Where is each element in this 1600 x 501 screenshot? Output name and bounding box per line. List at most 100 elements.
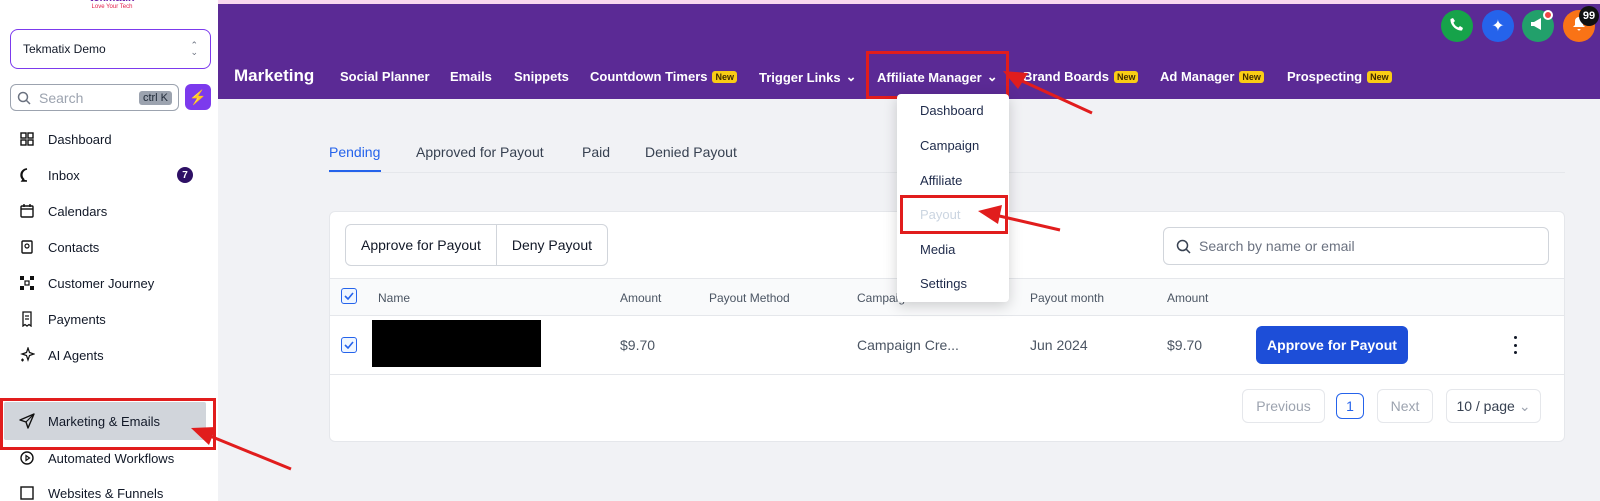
sidebar-item-customer-journey[interactable]: Customer Journey xyxy=(18,271,154,295)
page-size-value: 10 / page xyxy=(1456,398,1515,414)
journey-icon xyxy=(18,274,36,292)
sidebar-item-label: Inbox xyxy=(48,167,80,183)
dropdown-item-affiliate[interactable]: Affiliate xyxy=(920,173,962,188)
highlight-box-marketing xyxy=(0,398,216,450)
nav-brand-boards[interactable]: Brand Boards New xyxy=(1023,69,1139,84)
tab-approved-for-payout[interactable]: Approved for Payout xyxy=(416,144,544,160)
row-approve-for-payout-button[interactable]: Approve for Payout xyxy=(1256,326,1408,364)
brand-logo: tekmatix Love Your Tech xyxy=(88,0,136,14)
nav-countdown-timers[interactable]: Countdown Timers New xyxy=(590,69,737,84)
nav-label: Ad Manager xyxy=(1160,69,1235,84)
approve-for-payout-button[interactable]: Approve for Payout xyxy=(346,225,496,265)
search-placeholder: Search xyxy=(39,89,84,106)
sidebar-item-label: Customer Journey xyxy=(48,275,155,291)
notification-count-badge: 99 xyxy=(1579,6,1599,26)
tab-paid[interactable]: Paid xyxy=(582,144,610,160)
chevron-down-icon: ⌄ xyxy=(1518,397,1531,414)
new-badge: New xyxy=(1239,70,1264,83)
phone-button[interactable] xyxy=(1441,10,1473,42)
page-size-select[interactable]: 10 / page ⌄ xyxy=(1446,389,1541,423)
search-shortcut: ctrl K xyxy=(138,90,172,105)
nav-label: Trigger Links xyxy=(759,69,841,85)
ai-assistant-button[interactable]: ✦ xyxy=(1482,10,1514,42)
row-more-menu-icon[interactable] xyxy=(1511,336,1519,354)
dropdown-item-campaign[interactable]: Campaign xyxy=(920,138,979,153)
new-badge: New xyxy=(1367,70,1392,83)
sidebar-item-contacts[interactable]: Contacts xyxy=(18,235,99,259)
sidebar-item-label: Payments xyxy=(48,311,106,327)
nav-social-planner[interactable]: Social Planner xyxy=(340,69,430,84)
page-title: Marketing xyxy=(234,66,315,85)
column-header-amount: Amount xyxy=(620,291,662,305)
select-all-checkbox[interactable] xyxy=(341,288,357,304)
nav-label: Snippets xyxy=(514,69,569,84)
column-header-payout-month: Payout month xyxy=(1030,291,1105,305)
sidebar-item-ai-agents[interactable]: AI Agents xyxy=(18,343,104,367)
check-icon xyxy=(344,292,354,300)
highlight-box-payout xyxy=(900,195,1008,234)
nav-snippets[interactable]: Snippets xyxy=(514,69,569,84)
sidebar-item-payments[interactable]: Payments xyxy=(18,307,106,331)
dropdown-item-settings[interactable]: Settings xyxy=(920,276,967,291)
receipt-icon xyxy=(18,310,36,328)
inbox-count-badge: 7 xyxy=(177,167,193,183)
chevron-updown-icon: ⌃ ⌄ xyxy=(190,40,198,57)
bulk-action-group: Approve for Payout Deny Payout xyxy=(345,224,609,266)
row-divider xyxy=(330,374,1564,375)
search-by-name-input[interactable]: Search by name or email xyxy=(1163,227,1549,265)
account-switcher[interactable]: Tekmatix Demo ⌃ ⌄ xyxy=(10,29,211,69)
cell-payout-month: Jun 2024 xyxy=(1030,337,1088,353)
sidebar-item-dashboard[interactable]: Dashboard xyxy=(18,127,112,151)
deny-payout-button[interactable]: Deny Payout xyxy=(495,225,607,265)
tab-denied-payout[interactable]: Denied Payout xyxy=(645,144,737,160)
page-1-button[interactable]: 1 xyxy=(1336,393,1364,419)
redacted-name xyxy=(372,320,541,367)
sparkle-icon: ✦ xyxy=(1491,18,1505,35)
quick-action-button[interactable]: ⚡ xyxy=(185,84,211,110)
tab-pending[interactable]: Pending xyxy=(329,144,380,160)
sidebar-item-label: Contacts xyxy=(48,239,100,255)
search-icon xyxy=(17,91,31,105)
megaphone-icon xyxy=(1530,17,1546,36)
check-icon xyxy=(344,341,354,349)
dropdown-item-dashboard[interactable]: Dashboard xyxy=(920,103,984,118)
logo-tagline: Love Your Tech xyxy=(91,4,133,10)
nav-emails[interactable]: Emails xyxy=(450,69,492,84)
nav-label: Social Planner xyxy=(340,69,430,84)
active-tab-indicator xyxy=(329,170,381,172)
sidebar-item-websites-funnels[interactable]: Websites & Funnels xyxy=(18,481,163,501)
chat-icon xyxy=(18,166,36,184)
previous-page-button[interactable]: Previous xyxy=(1242,389,1325,423)
nav-label: Prospecting xyxy=(1287,69,1363,84)
nav-label: Emails xyxy=(450,69,492,84)
sidebar-search-input[interactable]: Search ctrl K xyxy=(10,84,179,111)
cell-campaign: Campaign Cre... xyxy=(857,337,959,353)
nav-label: Countdown Timers xyxy=(590,69,708,84)
phone-icon xyxy=(1450,17,1464,36)
new-badge: New xyxy=(1113,70,1139,83)
sidebar-item-label: Calendars xyxy=(48,203,108,219)
dropdown-item-media[interactable]: Media xyxy=(920,242,955,257)
nav-label: Brand Boards xyxy=(1023,69,1109,84)
column-header-payout-method: Payout Method xyxy=(709,291,790,305)
chevron-down-icon: ⌄ xyxy=(845,69,857,84)
calendar-icon xyxy=(18,202,36,220)
nav-prospecting[interactable]: Prospecting New xyxy=(1287,69,1392,84)
sparkle-icon xyxy=(18,346,36,364)
search-icon xyxy=(1176,239,1191,254)
next-page-button[interactable]: Next xyxy=(1377,389,1433,423)
nav-ad-manager[interactable]: Ad Manager New xyxy=(1160,69,1264,84)
sidebar-item-calendars[interactable]: Calendars xyxy=(18,199,107,223)
nav-trigger-links[interactable]: Trigger Links ⌄ xyxy=(759,69,857,85)
lightning-icon: ⚡ xyxy=(189,88,207,105)
sidebar-item-label: Automated Workflows xyxy=(48,450,175,466)
sidebar-item-inbox[interactable]: Inbox xyxy=(18,163,80,187)
sidebar-item-label: Dashboard xyxy=(48,131,112,147)
search-placeholder: Search by name or email xyxy=(1199,238,1355,254)
row-checkbox[interactable] xyxy=(341,337,357,353)
cell-amount-2: $9.70 xyxy=(1167,337,1203,353)
new-badge: New xyxy=(712,70,737,83)
highlight-box-affiliate-manager xyxy=(866,51,1009,99)
sidebar-item-label: Websites & Funnels xyxy=(48,485,164,501)
column-header-amount-2: Amount xyxy=(1167,291,1209,305)
